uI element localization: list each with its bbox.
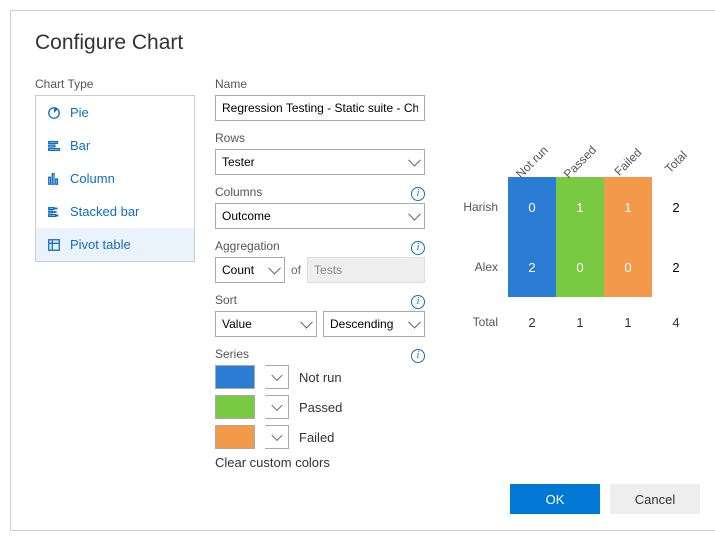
color-dropdown[interactable] xyxy=(265,425,289,449)
name-input[interactable] xyxy=(215,95,425,121)
columns-label: Columns xyxy=(215,185,262,199)
cancel-button[interactable]: Cancel xyxy=(610,484,700,514)
chart-settings-form: Name Rows Tester Columns i Outcome Aggre… xyxy=(215,77,425,480)
chart-preview: Not runPassedFailedTotalHarish0112Alex20… xyxy=(445,77,700,480)
chart-type-label: Chart Type xyxy=(35,77,195,91)
info-icon[interactable]: i xyxy=(411,349,425,363)
pivot-total-cell: 2 xyxy=(508,297,556,347)
chart-type-list: Pie Bar Column Stacked bar Pivot table xyxy=(35,95,195,262)
pivot-total-label: Total xyxy=(448,297,508,347)
bar-icon xyxy=(46,139,62,153)
chart-type-item-label: Column xyxy=(70,171,115,186)
pivot-row-header: Alex xyxy=(448,237,508,297)
stacked-bar-icon xyxy=(46,205,62,219)
chart-type-pivot-table[interactable]: Pivot table xyxy=(36,228,194,261)
chart-type-pie[interactable]: Pie xyxy=(36,96,194,129)
aggregation-select[interactable]: Count xyxy=(215,257,285,283)
color-swatch[interactable] xyxy=(215,365,255,389)
color-dropdown[interactable] xyxy=(265,395,289,419)
chart-type-panel: Chart Type Pie Bar Column Stacked bar xyxy=(35,77,195,480)
aggregation-target: Tests xyxy=(307,257,425,283)
series-row: Passed xyxy=(215,395,425,419)
info-icon[interactable]: i xyxy=(411,295,425,309)
dialog-buttons: OK Cancel xyxy=(510,484,700,514)
name-label: Name xyxy=(215,77,425,91)
series-name: Failed xyxy=(299,430,334,445)
sort-direction-select[interactable]: Descending xyxy=(323,311,425,337)
pivot-cell: 2 xyxy=(508,237,556,297)
color-swatch[interactable] xyxy=(215,395,255,419)
color-swatch[interactable] xyxy=(215,425,255,449)
series-name: Not run xyxy=(299,370,342,385)
chart-type-item-label: Bar xyxy=(70,138,90,153)
of-label: of xyxy=(291,263,301,277)
pivot-total-cell: 1 xyxy=(556,297,604,347)
pivot-cell-total: 2 xyxy=(652,177,700,237)
pivot-total-cell: 1 xyxy=(604,297,652,347)
rows-label: Rows xyxy=(215,131,425,145)
aggregation-label: Aggregation xyxy=(215,239,280,253)
pivot-col-header: Total xyxy=(652,117,700,177)
series-label: Series xyxy=(215,347,249,361)
pivot-cell-total: 2 xyxy=(652,237,700,297)
series-row: Not run xyxy=(215,365,425,389)
sort-label: Sort xyxy=(215,293,237,307)
color-dropdown[interactable] xyxy=(265,365,289,389)
rows-select[interactable]: Tester xyxy=(215,149,425,175)
chart-type-item-label: Pivot table xyxy=(70,237,131,252)
pivot-table-icon xyxy=(46,238,62,252)
configure-chart-dialog: Configure Chart Chart Type Pie Bar Colum… xyxy=(10,10,715,531)
pivot-cell: 0 xyxy=(508,177,556,237)
pivot-col-header: Passed xyxy=(556,117,604,177)
columns-select[interactable]: Outcome xyxy=(215,203,425,229)
ok-button[interactable]: OK xyxy=(510,484,600,514)
pivot-cell: 1 xyxy=(556,177,604,237)
pivot-cell: 0 xyxy=(556,237,604,297)
info-icon[interactable]: i xyxy=(411,241,425,255)
dialog-title: Configure Chart xyxy=(35,31,700,55)
pivot-row-header: Harish xyxy=(448,177,508,237)
pivot-total-cell: 4 xyxy=(652,297,700,347)
pivot-col-header: Not run xyxy=(508,117,556,177)
clear-custom-colors-link[interactable]: Clear custom colors xyxy=(215,455,425,470)
chart-type-bar[interactable]: Bar xyxy=(36,129,194,162)
series-row: Failed xyxy=(215,425,425,449)
pivot-cell: 1 xyxy=(604,177,652,237)
pivot-col-header: Failed xyxy=(604,117,652,177)
chart-type-item-label: Pie xyxy=(70,105,89,120)
chart-type-item-label: Stacked bar xyxy=(70,204,139,219)
chart-type-stacked-bar[interactable]: Stacked bar xyxy=(36,195,194,228)
pie-icon xyxy=(46,106,62,120)
pivot-cell: 0 xyxy=(604,237,652,297)
info-icon[interactable]: i xyxy=(411,187,425,201)
sort-field-select[interactable]: Value xyxy=(215,311,317,337)
chart-type-column[interactable]: Column xyxy=(36,162,194,195)
series-name: Passed xyxy=(299,400,342,415)
column-icon xyxy=(46,172,62,186)
